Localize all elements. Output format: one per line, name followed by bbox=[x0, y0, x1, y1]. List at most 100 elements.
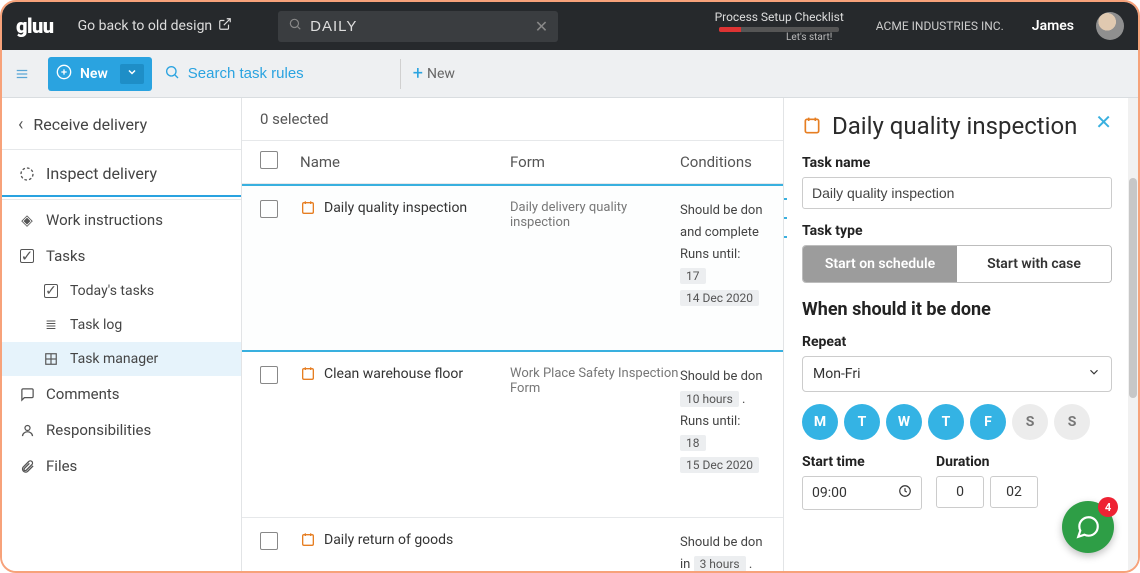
repeat-select[interactable]: Mon-Fri bbox=[802, 356, 1112, 392]
sidebar-label: Files bbox=[46, 457, 77, 475]
chevron-left-icon: ‹ bbox=[18, 114, 23, 135]
task-type-segment: Start on schedule Start with case bbox=[802, 245, 1112, 283]
sidebar-item-receive-delivery[interactable]: ‹ Receive delivery bbox=[2, 102, 241, 147]
sidebar-item-task-manager[interactable]: Task manager bbox=[2, 342, 241, 376]
sidebar-label: Inspect delivery bbox=[46, 164, 157, 183]
row-conditions: Should be don 10 hours . Runs until: 18 … bbox=[680, 366, 765, 476]
duration-days[interactable]: 0 bbox=[936, 476, 984, 508]
select-all-checkbox[interactable] bbox=[260, 151, 278, 169]
avatar[interactable] bbox=[1096, 12, 1124, 40]
comment-icon bbox=[18, 387, 36, 402]
new-button[interactable]: New bbox=[48, 57, 152, 91]
segment-start-case[interactable]: Start with case bbox=[957, 246, 1111, 282]
rule-search[interactable] bbox=[164, 64, 388, 84]
start-time-label: Start time bbox=[802, 454, 922, 470]
new-link[interactable]: + New bbox=[413, 63, 455, 84]
chat-button[interactable]: 4 bbox=[1062, 501, 1114, 553]
segment-start-schedule[interactable]: Start on schedule bbox=[803, 246, 957, 282]
sidebar-item-tasks[interactable]: ✓ Tasks bbox=[2, 238, 241, 274]
external-link-icon bbox=[218, 17, 232, 35]
sidebar-item-responsibilities[interactable]: Responsibilities bbox=[2, 412, 241, 448]
sidebar-item-todays-tasks[interactable]: ✓ Today's tasks bbox=[2, 274, 241, 308]
checklist-sub: Let's start! bbox=[745, 32, 874, 43]
sidebar-label: Responsibilities bbox=[46, 421, 151, 439]
grid-icon bbox=[42, 352, 60, 366]
col-name[interactable]: Name bbox=[300, 153, 510, 171]
sidebar-item-files[interactable]: Files bbox=[2, 448, 241, 484]
task-icon bbox=[300, 366, 316, 386]
day-fri[interactable]: F bbox=[970, 404, 1006, 440]
when-heading: When should it be done bbox=[802, 299, 1112, 320]
col-form[interactable]: Form bbox=[510, 153, 680, 171]
new-button-label: New bbox=[80, 66, 108, 82]
task-name-input[interactable] bbox=[802, 177, 1112, 209]
row-name: Daily quality inspection bbox=[324, 200, 467, 216]
table-row[interactable]: Clean warehouse floor Work Place Safety … bbox=[242, 352, 783, 517]
user-icon bbox=[18, 423, 36, 438]
table-row[interactable]: Daily return of goods Should be don in 3… bbox=[242, 518, 783, 573]
sidebar-item-inspect-delivery[interactable]: Inspect delivery bbox=[2, 152, 241, 197]
table-header: Name Form Conditions bbox=[242, 140, 783, 184]
close-icon[interactable]: ✕ bbox=[1095, 112, 1112, 132]
table-row[interactable]: Daily quality inspection Daily delivery … bbox=[242, 184, 783, 352]
new-link-label: New bbox=[427, 66, 455, 82]
start-time-value: 09:00 bbox=[812, 485, 847, 501]
scrollbar[interactable] bbox=[1128, 98, 1138, 573]
sidebar-label: Task manager bbox=[70, 351, 158, 367]
row-conditions: Should be don and complete Runs until: 1… bbox=[680, 200, 765, 310]
user-name[interactable]: James bbox=[1032, 18, 1074, 34]
sidebar-label: Today's tasks bbox=[70, 283, 154, 299]
col-conditions[interactable]: Conditions bbox=[680, 153, 765, 171]
repeat-label: Repeat bbox=[802, 334, 1112, 350]
row-conditions: Should be don in 3 hours . Runs until: 1… bbox=[680, 532, 765, 573]
rule-search-input[interactable] bbox=[188, 65, 388, 82]
chevron-down-icon bbox=[1087, 365, 1101, 383]
day-sat[interactable]: S bbox=[1012, 404, 1048, 440]
global-search[interactable]: ✕ bbox=[278, 11, 558, 42]
row-form: Daily delivery quality inspection bbox=[510, 200, 680, 310]
old-design-link[interactable]: Go back to old design bbox=[72, 13, 239, 39]
sidebar-item-task-log[interactable]: ≣ Task log bbox=[2, 308, 241, 342]
row-checkbox[interactable] bbox=[260, 532, 278, 550]
day-mon[interactable]: M bbox=[802, 404, 838, 440]
task-type-label: Task type bbox=[802, 223, 1112, 239]
plus-circle-icon bbox=[56, 64, 72, 84]
menu-button[interactable] bbox=[2, 50, 42, 97]
day-tue[interactable]: T bbox=[844, 404, 880, 440]
sidebar-label: Tasks bbox=[46, 247, 85, 265]
day-wed[interactable]: W bbox=[886, 404, 922, 440]
toolbar-separator bbox=[400, 59, 401, 89]
task-name-label: Task name bbox=[802, 155, 1112, 171]
org-name[interactable]: ACME INDUSTRIES INC. bbox=[876, 19, 1004, 33]
list-icon: ≣ bbox=[42, 317, 60, 333]
chat-badge: 4 bbox=[1098, 497, 1118, 517]
chevron-down-icon[interactable] bbox=[120, 64, 144, 84]
paperclip-icon bbox=[18, 459, 36, 474]
start-time-input[interactable]: 09:00 bbox=[802, 476, 922, 510]
row-checkbox[interactable] bbox=[260, 366, 278, 384]
sidebar-item-work-instructions[interactable]: ◈ Work instructions bbox=[2, 202, 241, 238]
sidebar-item-comments[interactable]: Comments bbox=[2, 376, 241, 412]
checklist-title: Process Setup Checklist bbox=[715, 10, 844, 24]
task-icon bbox=[300, 532, 316, 552]
search-icon bbox=[288, 17, 302, 35]
checkbox-icon: ✓ bbox=[42, 284, 60, 298]
task-icon bbox=[300, 200, 316, 220]
clear-search-icon[interactable]: ✕ bbox=[535, 17, 548, 36]
global-search-input[interactable] bbox=[310, 18, 535, 35]
duration-hours[interactable]: 02 bbox=[990, 476, 1038, 508]
repeat-value: Mon-Fri bbox=[813, 366, 861, 382]
refresh-icon bbox=[18, 166, 36, 182]
day-thu[interactable]: T bbox=[928, 404, 964, 440]
resize-handle[interactable] bbox=[783, 198, 787, 238]
row-form: Work Place Safety Inspection Form bbox=[510, 366, 680, 476]
panel-title: Daily quality inspection bbox=[832, 112, 1085, 141]
clock-icon bbox=[898, 484, 912, 502]
setup-checklist[interactable]: Process Setup Checklist Let's start! bbox=[715, 10, 844, 43]
checkbox-icon: ✓ bbox=[18, 249, 36, 263]
row-checkbox[interactable] bbox=[260, 200, 278, 218]
day-picker: M T W T F S S bbox=[802, 404, 1112, 440]
sidebar-label: Receive delivery bbox=[33, 115, 147, 134]
sidebar-label: Task log bbox=[70, 317, 122, 333]
day-sun[interactable]: S bbox=[1054, 404, 1090, 440]
